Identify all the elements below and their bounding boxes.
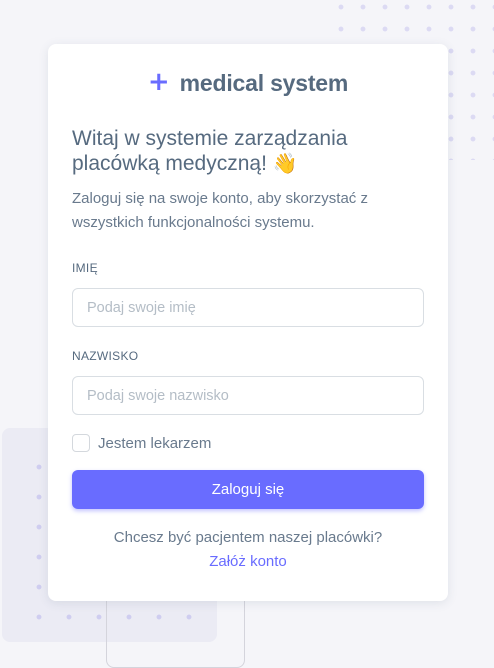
- welcome-heading: Witaj w systemie zarządzania placówką me…: [72, 126, 424, 177]
- plus-icon: +: [147, 67, 170, 97]
- first-name-label: IMIĘ: [72, 261, 98, 275]
- login-page: + medical system Witaj w systemie zarząd…: [0, 0, 494, 668]
- register-link[interactable]: Załóż konto: [209, 550, 287, 574]
- doctor-checkbox-label[interactable]: Jestem lekarzem: [98, 435, 211, 452]
- login-card: + medical system Witaj w systemie zarząd…: [48, 44, 448, 601]
- brand-logo: + medical system: [72, 68, 424, 98]
- doctor-checkbox-row[interactable]: Jestem lekarzem: [72, 434, 424, 452]
- brand-name: medical system: [179, 69, 349, 96]
- login-button[interactable]: Zaloguj się: [72, 470, 424, 509]
- last-name-label: NAZWISKO: [72, 349, 139, 363]
- waving-hand-icon: 👋: [272, 153, 298, 175]
- first-name-input[interactable]: [72, 288, 424, 327]
- welcome-subtitle: Zaloguj się na swoje konto, aby skorzyst…: [72, 190, 368, 231]
- doctor-checkbox[interactable]: [72, 434, 90, 452]
- welcome-heading-text: Witaj w systemie zarządzania placówką me…: [72, 127, 348, 175]
- last-name-input[interactable]: [72, 376, 424, 415]
- register-question: Chcesz być pacjentem naszej placówki?: [113, 529, 383, 546]
- register-prompt: Chcesz być pacjentem naszej placówki? Za…: [72, 526, 424, 574]
